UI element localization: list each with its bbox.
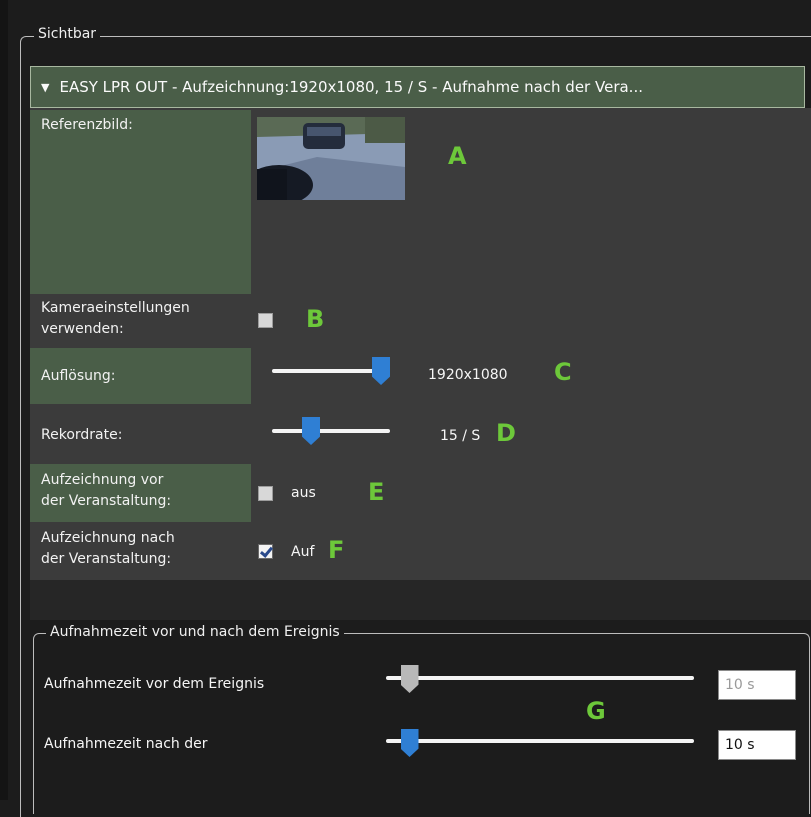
post-record-time-slider-track[interactable] xyxy=(386,739,694,743)
chevron-down-icon[interactable]: ▼ xyxy=(41,81,49,94)
reference-image-picture xyxy=(245,117,405,205)
annotation-marker-a: A xyxy=(448,142,467,170)
reference-image-label: Referenzbild: xyxy=(41,117,133,133)
use-camera-settings-checkbox[interactable] xyxy=(258,313,273,328)
reference-image-label-cell: Referenzbild: xyxy=(30,110,251,294)
pre-event-label-cell: Aufzeichnung vor der Veranstaltung: xyxy=(30,464,251,522)
record-time-group-legend: Aufnahmezeit vor und nach dem Ereignis xyxy=(46,624,344,640)
use-camera-settings-label-line1: Kameraeinstellungen xyxy=(41,300,190,316)
pre-event-state: aus xyxy=(291,485,316,501)
pre-record-time-label: Aufnahmezeit vor dem Ereignis xyxy=(44,676,265,692)
post-record-time-input[interactable]: 10 s xyxy=(718,730,796,760)
pre-record-time-input[interactable]: 10 s xyxy=(718,670,796,700)
camera-expander-header[interactable]: ▼ EASY LPR OUT - Aufzeichnung:1920x1080,… xyxy=(30,66,805,108)
pre-event-checkbox[interactable] xyxy=(258,486,273,501)
record-rate-slider-track[interactable] xyxy=(272,429,390,433)
window-edge xyxy=(0,0,8,800)
annotation-marker-f: F xyxy=(328,536,345,564)
visible-group-legend: Sichtbar xyxy=(34,26,101,42)
annotation-marker-d: D xyxy=(496,419,516,447)
record-time-group-box xyxy=(33,633,810,814)
record-rate-label: Rekordrate: xyxy=(41,427,123,443)
post-event-label-line2: der Veranstaltung: xyxy=(41,551,172,567)
resolution-label-cell: Auflösung: xyxy=(30,348,251,404)
pre-event-label-line2: der Veranstaltung: xyxy=(41,493,172,509)
post-event-checkbox[interactable] xyxy=(258,544,273,559)
pre-record-time-slider-track[interactable] xyxy=(386,676,694,680)
resolution-label: Auflösung: xyxy=(41,368,116,384)
use-camera-settings-label-line2: verwenden: xyxy=(41,321,124,337)
annotation-marker-g: G xyxy=(586,697,606,725)
post-event-label: Aufzeichnung nach der Veranstaltung: xyxy=(30,528,251,576)
panel-footer xyxy=(30,580,811,620)
record-rate-value: 15 / S xyxy=(440,428,481,444)
use-camera-settings-label: Kameraeinstellungen verwenden: xyxy=(30,298,251,344)
annotation-marker-b: B xyxy=(306,305,325,333)
camera-header-text: EASY LPR OUT - Aufzeichnung:1920x1080, 1… xyxy=(59,78,643,96)
post-record-time-label: Aufnahmezeit nach der xyxy=(44,736,208,752)
post-event-state: Auf xyxy=(291,544,315,560)
resolution-value: 1920x1080 xyxy=(428,367,508,383)
annotation-marker-e: E xyxy=(368,478,385,506)
annotation-marker-c: C xyxy=(554,358,572,386)
pre-event-label-line1: Aufzeichnung vor xyxy=(41,472,164,488)
post-event-label-line1: Aufzeichnung nach xyxy=(41,530,175,546)
reference-image-thumbnail[interactable] xyxy=(245,117,405,205)
